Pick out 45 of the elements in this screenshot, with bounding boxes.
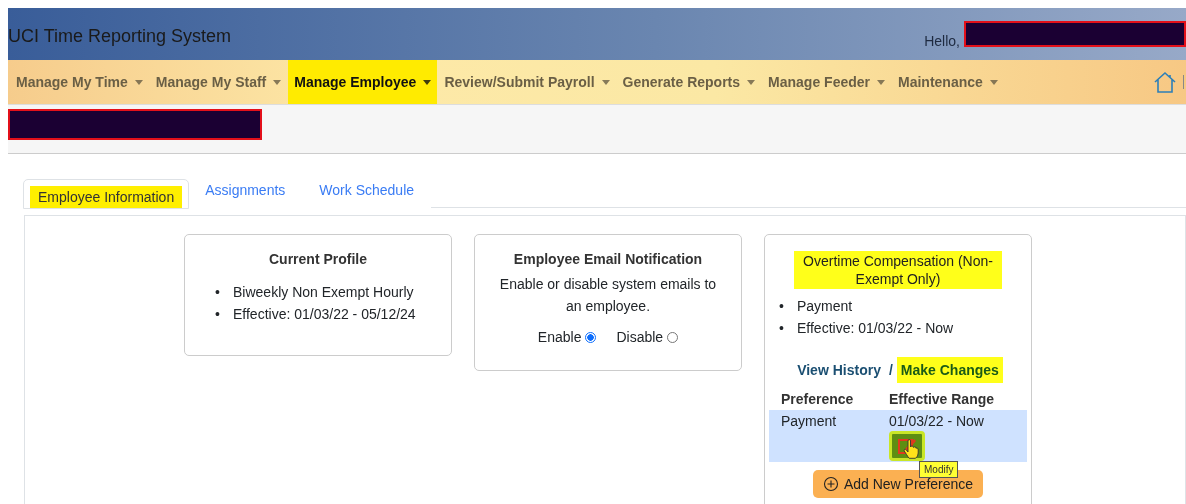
caret-icon [989, 79, 998, 85]
menu-item[interactable]: Manage My Staff [149, 60, 288, 104]
table-cell-text: Payment [781, 413, 838, 431]
card-description: Enable or disable system emails to an employee. [498, 275, 718, 316]
link[interactable]: View History [793, 357, 885, 383]
home-icon[interactable] [1153, 71, 1177, 93]
card-title: Overtime Compensation (Non-Exempt Only) [794, 251, 1002, 289]
greeting-text: Hello, [924, 33, 960, 49]
menu-item[interactable]: Review/Submit Payroll [438, 60, 616, 104]
bullet: • [779, 297, 785, 316]
tab[interactable]: Employee Information [24, 180, 189, 208]
list-item: Effective: 01/03/22 - Now [797, 320, 954, 336]
bullet: • [215, 305, 221, 324]
menu-item[interactable]: Generate Reports [616, 60, 762, 104]
caret-icon [134, 79, 143, 85]
caret-icon [423, 79, 432, 85]
caret-icon [877, 79, 885, 85]
menu-item[interactable]: Manage Employee [288, 60, 438, 104]
table-cell: 01/03/22 - Now [889, 413, 984, 429]
list-item: Effective: 01/03/22 - 05/12/24 [233, 306, 416, 322]
bullet: • [779, 319, 785, 338]
list-item: Payment [797, 298, 853, 314]
caret-icon [747, 79, 756, 85]
caret-icon [273, 79, 282, 85]
caret-icon [601, 79, 610, 85]
separator-text: / [888, 362, 893, 378]
app-title: UCI Time Reporting System [8, 25, 232, 47]
hand-cursor-icon [903, 439, 919, 459]
column-header: Preference [781, 391, 855, 407]
menu-item[interactable]: Maintenance [892, 60, 1004, 104]
radio-button[interactable] [585, 331, 597, 343]
plus-circle-icon [822, 476, 839, 492]
link[interactable]: Make Changes [896, 357, 1003, 383]
tooltip: Modify [919, 461, 959, 478]
menu-item[interactable]: Manage My Time [10, 60, 149, 104]
bullet: • [215, 283, 221, 302]
tab[interactable]: Assignments [188, 172, 303, 208]
radio-label: Disable [616, 329, 664, 345]
tab[interactable]: Work Schedule [302, 172, 432, 208]
menu-item[interactable]: Manage Feeder [762, 60, 891, 104]
radio-label: Enable [537, 329, 582, 345]
list-item: Biweekly Non Exempt Hourly [233, 284, 414, 300]
column-header: Effective Range [889, 391, 995, 407]
card-title: Current Profile [268, 251, 368, 267]
card-title: Employee Email Notification [512, 251, 704, 267]
